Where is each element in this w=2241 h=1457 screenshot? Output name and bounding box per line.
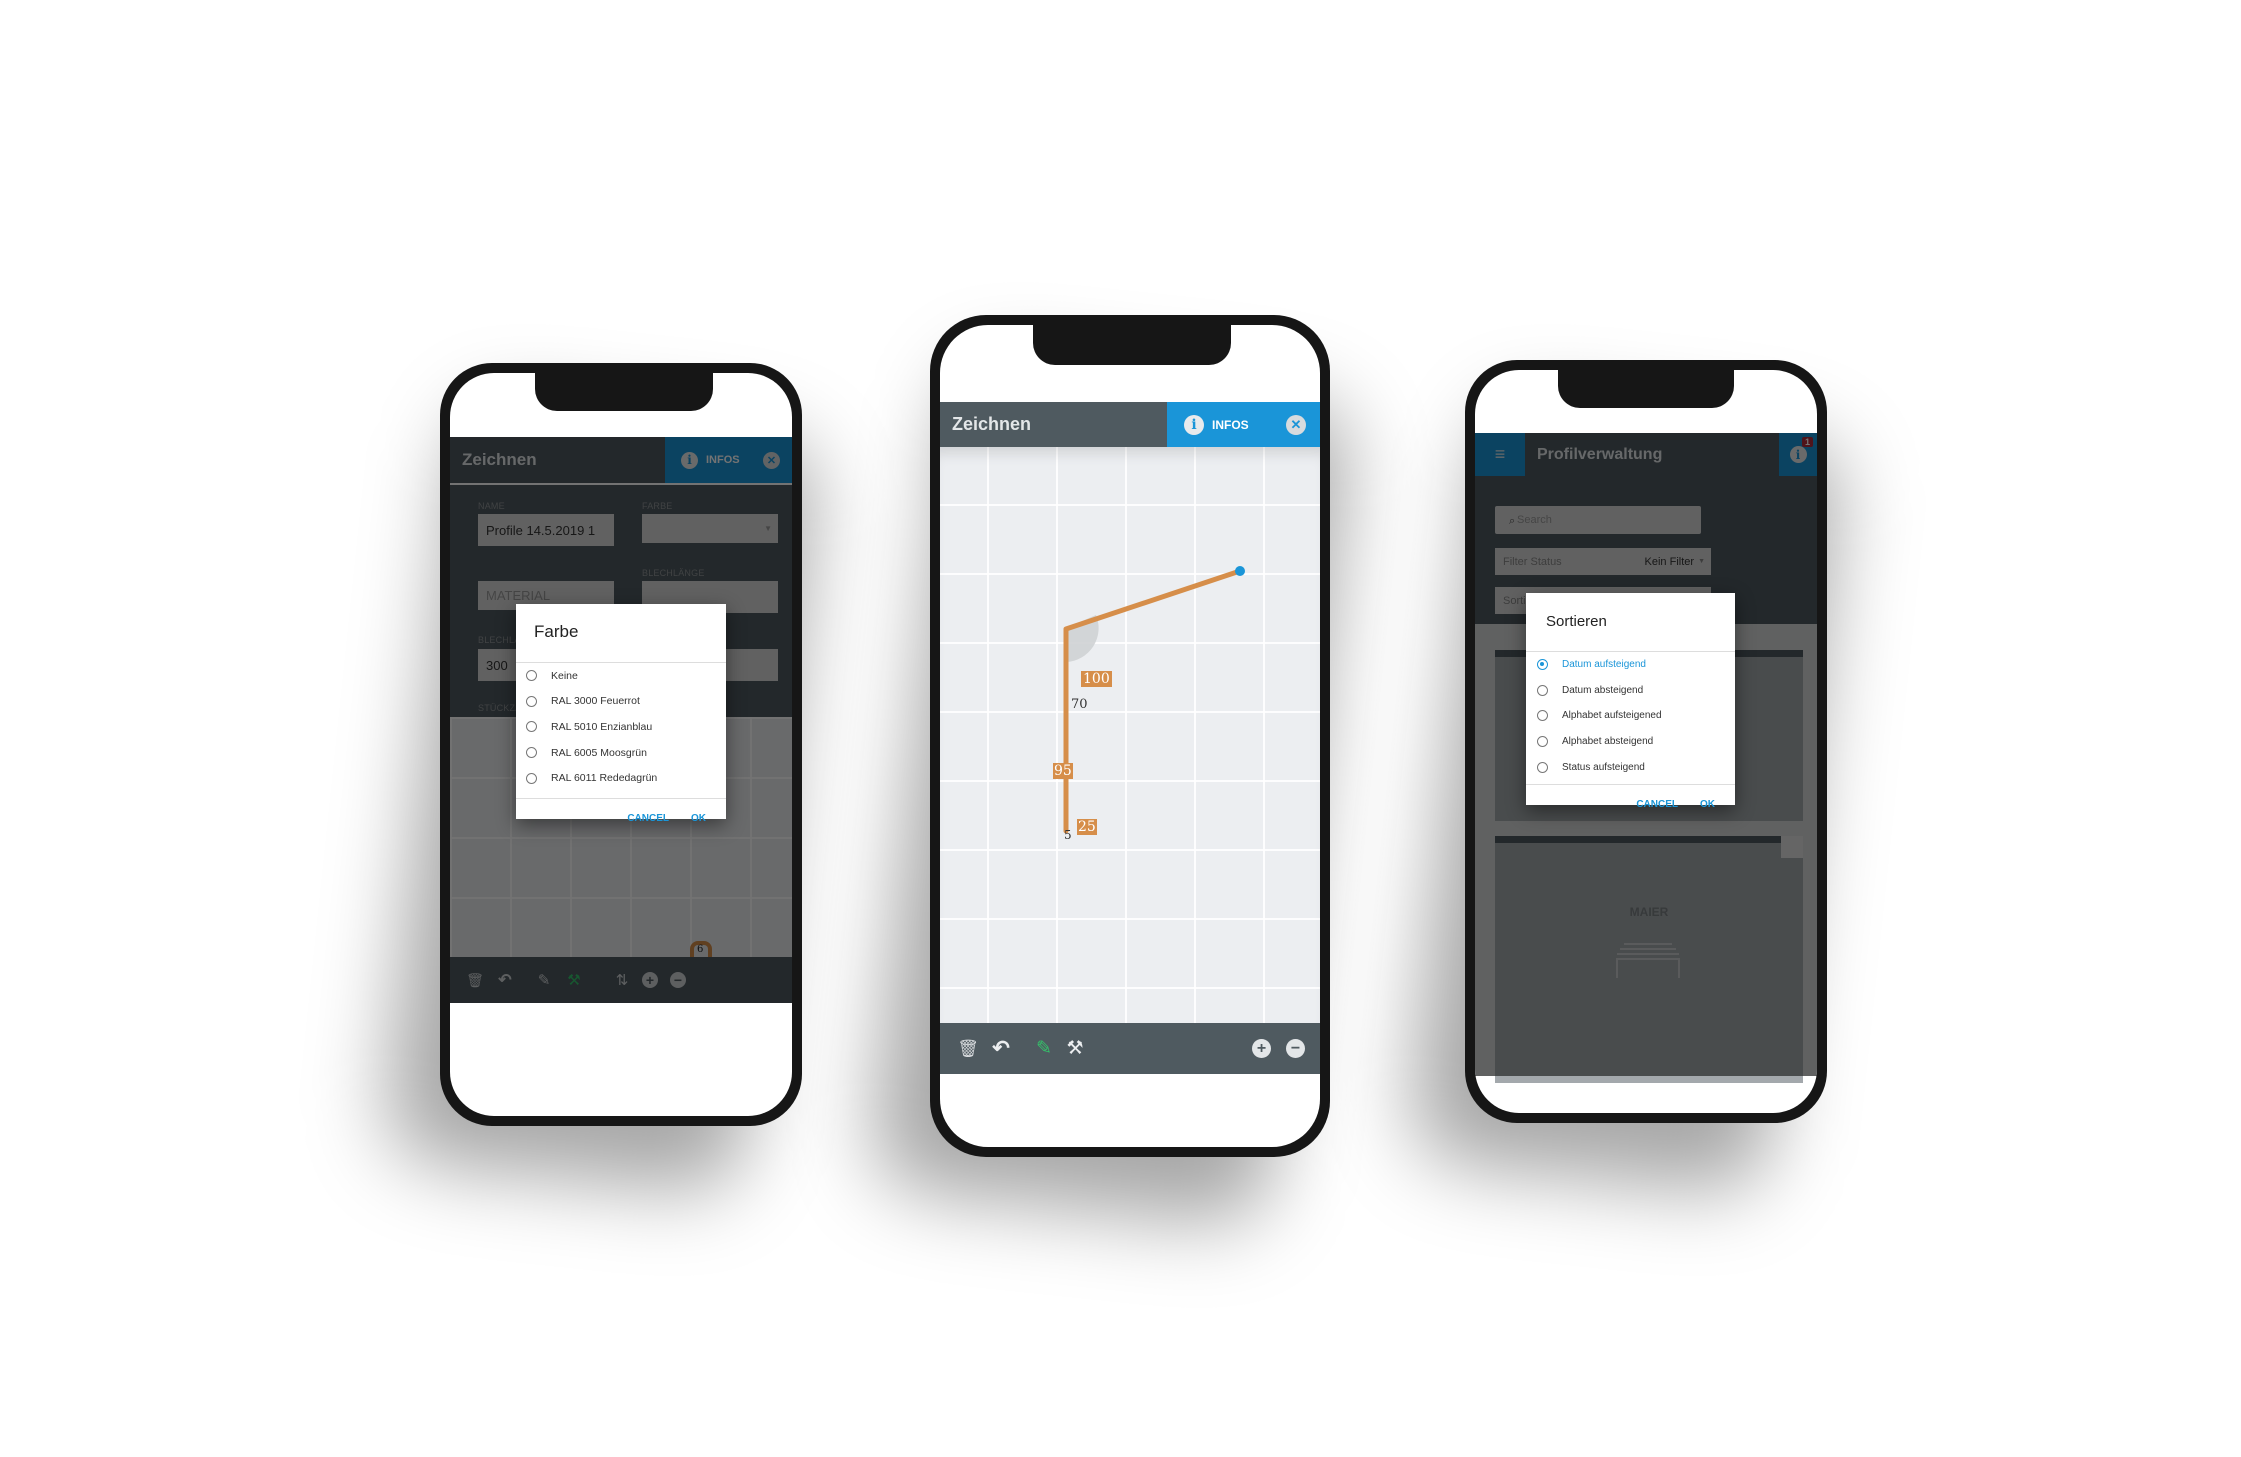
angle-label: 70 (1071, 697, 1088, 712)
cancel-button[interactable]: CANCEL (627, 813, 669, 824)
radio-icon (1537, 684, 1548, 696)
option-label: Datum absteigend (1562, 684, 1644, 696)
close-circle-icon[interactable]: ✕ (1286, 414, 1306, 435)
notch (1033, 325, 1231, 365)
radio-icon (526, 772, 537, 784)
profile-drawing (1063, 566, 1245, 834)
option-label: RAL 6011 Rededagrün (551, 772, 658, 785)
zoom-in-icon[interactable]: + (1252, 1039, 1271, 1058)
farbe-dialog: Farbe Keine RAL 3000 Feuerrot RAL 5010 E… (516, 604, 726, 824)
option-label: Keine (551, 669, 578, 682)
option-ral-6011[interactable]: RAL 6011 Rededagrün (526, 765, 726, 791)
option-status-aufsteigend[interactable]: Status aufsteigend (1537, 754, 1735, 780)
pencil-icon[interactable]: ✎ (1032, 1037, 1056, 1060)
center-phone-screen: Zeichnen i INFOS ✕ 100 70 95 25 5 🗑 ↶ ✎ … (940, 325, 1320, 1147)
tools-icon[interactable]: ⚒ (1063, 1037, 1087, 1060)
profile-endpoint-handle (1235, 566, 1245, 576)
notch (535, 373, 713, 411)
radio-icon (526, 721, 537, 733)
radio-icon (526, 747, 537, 759)
sortieren-dialog: Sortieren Datum aufsteigend Datum abstei… (1526, 593, 1735, 810)
profile-line (1063, 568, 1243, 834)
ok-button[interactable]: OK (691, 813, 706, 824)
left-phone: Zeichnen i INFOS ✕ NAME Profile 14.5.201… (440, 363, 802, 1126)
option-label: RAL 3000 Feuerrot (551, 695, 640, 708)
option-ral-6005[interactable]: RAL 6005 Moosgrün (526, 740, 726, 766)
option-label: Alphabet absteigend (1562, 736, 1654, 748)
option-datum-aufsteigend[interactable]: Datum aufsteigend (1537, 652, 1735, 678)
option-label: Datum aufsteigend (1562, 659, 1646, 671)
trash-icon[interactable]: 🗑 (956, 1039, 980, 1059)
dialog-options: Datum aufsteigend Datum absteigend Alpha… (1526, 652, 1735, 784)
radio-icon (526, 670, 537, 682)
right-phone: ≡ Profilverwaltung i 1 ⌕ Search Filter S… (1465, 360, 1827, 1123)
dialog-title: Sortieren (1546, 613, 1607, 630)
option-label: RAL 5010 Enzianblau (551, 720, 653, 733)
segment-label-100: 100 (1081, 671, 1112, 687)
option-label: Alphabet aufsteigened (1562, 710, 1662, 722)
segment-label-95: 95 (1053, 763, 1073, 779)
zoom-out-icon[interactable]: − (1286, 1039, 1305, 1058)
cancel-button[interactable]: CANCEL (1636, 799, 1678, 810)
option-ral-5010[interactable]: RAL 5010 Enzianblau (526, 714, 726, 740)
radio-icon (1537, 736, 1548, 748)
option-keine[interactable]: Keine (526, 663, 726, 689)
right-phone-screen: ≡ Profilverwaltung i 1 ⌕ Search Filter S… (1475, 370, 1817, 1113)
infos-tab[interactable]: i INFOS ✕ (1167, 402, 1320, 447)
info-icon: i (1184, 414, 1204, 435)
left-phone-screen: Zeichnen i INFOS ✕ NAME Profile 14.5.201… (450, 373, 792, 1116)
radio-selected-icon (1537, 659, 1548, 671)
undo-icon[interactable]: ↶ (988, 1036, 1014, 1061)
app-header: Zeichnen i INFOS ✕ (940, 402, 1320, 447)
option-label: Status aufsteigend (1562, 761, 1645, 773)
radio-icon (526, 695, 537, 707)
radio-icon (1537, 761, 1548, 773)
option-ral-3000[interactable]: RAL 3000 Feuerrot (526, 689, 726, 715)
page-title: Zeichnen (952, 414, 1032, 434)
segment-label-5: 5 (1064, 828, 1072, 842)
option-label: RAL 6005 Moosgrün (551, 746, 647, 759)
ok-button[interactable]: OK (1700, 799, 1715, 810)
dialog-title: Farbe (534, 622, 579, 641)
option-alphabet-absteigend[interactable]: Alphabet absteigend (1537, 729, 1735, 755)
radio-icon (1537, 710, 1548, 722)
dialog-options: Keine RAL 3000 Feuerrot RAL 5010 Enzianb… (516, 663, 726, 798)
segment-label-25: 25 (1077, 819, 1097, 835)
bottom-toolbar: 🗑 ↶ ✎ ⚒ + − (940, 1023, 1320, 1074)
option-alphabet-aufsteigend[interactable]: Alphabet aufsteigened (1537, 703, 1735, 729)
notch (1558, 370, 1734, 408)
infos-label: INFOS (1212, 417, 1249, 432)
center-phone: Zeichnen i INFOS ✕ 100 70 95 25 5 🗑 ↶ ✎ … (930, 315, 1330, 1157)
option-datum-absteigend[interactable]: Datum absteigend (1537, 678, 1735, 704)
